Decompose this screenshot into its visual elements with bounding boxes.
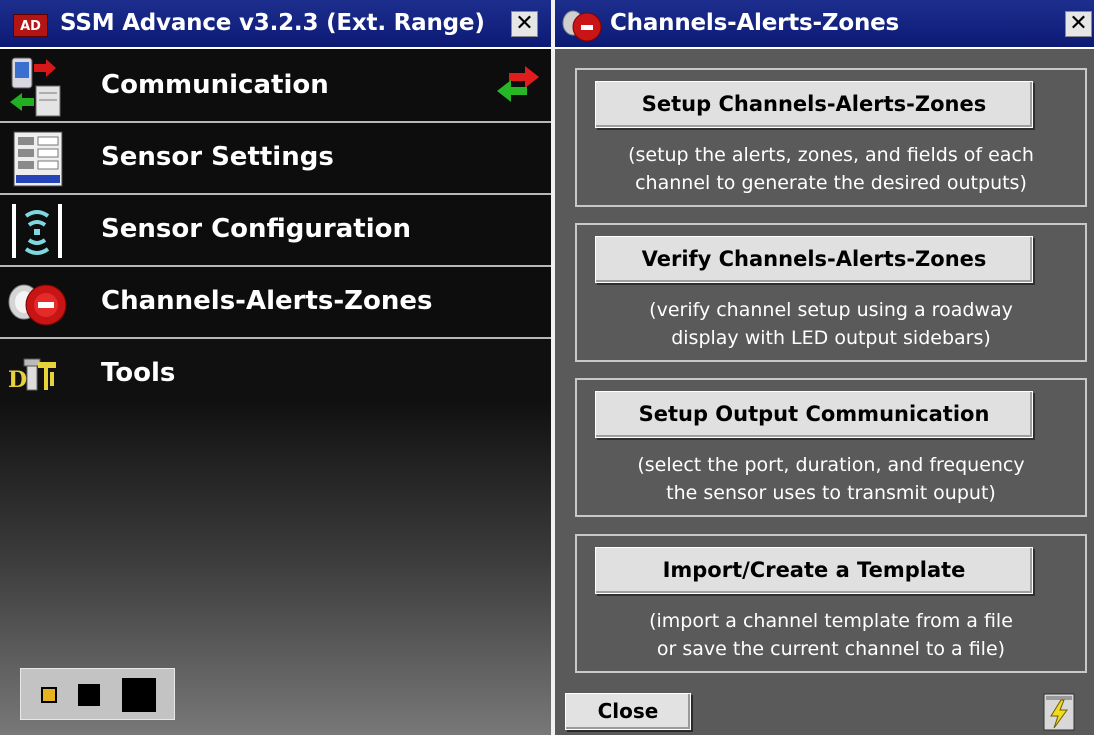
sync-arrows-icon [497, 66, 539, 102]
verify-channels-alerts-zones-button[interactable]: Verify Channels-Alerts-Zones [595, 236, 1033, 283]
menu-label-tools: Tools [101, 358, 176, 388]
output-communication-description: (select the port, duration, and frequenc… [577, 451, 1085, 507]
power-status-icon[interactable] [1042, 692, 1076, 732]
main-window-title: SSM Advance v3.2.3 (Ext. Range) [60, 10, 485, 36]
setup-output-communication-button[interactable]: Setup Output Communication [595, 391, 1033, 438]
view-size-toggle [20, 668, 175, 720]
menu-label-channels-alerts-zones: Channels-Alerts-Zones [101, 286, 433, 316]
sensor-settings-icon [13, 131, 63, 187]
channels-alerts-zones-dialog: Channels-Alerts-Zones ✕ Setup Channels-A… [551, 0, 1094, 735]
menu-item-sensor-settings[interactable]: Sensor Settings [0, 123, 551, 195]
description-line: (setup the alerts, zones, and fields of … [628, 144, 1034, 166]
description-line: (import a channel template from a file [649, 610, 1013, 632]
setup-channels-description: (setup the alerts, zones, and fields of … [577, 141, 1085, 197]
section-verify-channels: Verify Channels-Alerts-Zones (verify cha… [575, 223, 1087, 362]
view-size-small-option[interactable] [41, 687, 57, 703]
verify-channels-description: (verify channel setup using a roadway di… [577, 296, 1085, 352]
setup-channels-alerts-zones-button[interactable]: Setup Channels-Alerts-Zones [595, 81, 1033, 128]
dialog-title: Channels-Alerts-Zones [610, 10, 900, 36]
main-titlebar: AD SSM Advance v3.2.3 (Ext. Range) ✕ [0, 0, 551, 49]
menu-item-sensor-configuration[interactable]: Sensor Configuration [0, 195, 551, 267]
menu-label-communication: Communication [101, 70, 329, 100]
tools-icon: D [8, 358, 56, 393]
svg-text:D: D [8, 367, 27, 393]
communication-icon [10, 57, 61, 117]
menu-label-sensor-settings: Sensor Settings [101, 142, 334, 172]
view-size-large-option[interactable] [122, 678, 156, 712]
menu-label-sensor-configuration: Sensor Configuration [101, 214, 412, 244]
menu-item-tools[interactable]: D Tools [0, 339, 551, 411]
channels-alerts-zones-title-icon [562, 10, 602, 42]
menu-item-communication[interactable]: Communication [0, 51, 551, 123]
description-line: (verify channel setup using a roadway [649, 299, 1013, 321]
section-template: Import/Create a Template (import a chann… [575, 534, 1087, 673]
dialog-titlebar: Channels-Alerts-Zones ✕ [555, 0, 1094, 49]
description-line: (select the port, duration, and frequenc… [637, 454, 1025, 476]
section-setup-channels: Setup Channels-Alerts-Zones (setup the a… [575, 68, 1087, 207]
main-close-button[interactable]: ✕ [511, 11, 538, 37]
dialog-close-x-button[interactable]: ✕ [1065, 11, 1092, 37]
description-line: the sensor uses to transmit ouput) [666, 482, 996, 504]
channels-alerts-zones-icon [8, 284, 67, 326]
template-description: (import a channel template from a file o… [577, 607, 1085, 663]
description-line: display with LED output sidebars) [671, 327, 991, 349]
import-create-template-button[interactable]: Import/Create a Template [595, 547, 1033, 594]
main-window: AD SSM Advance v3.2.3 (Ext. Range) ✕ Com… [0, 0, 551, 735]
description-line: channel to generate the desired outputs) [635, 172, 1027, 194]
app-logo-icon: AD [13, 14, 48, 37]
section-output-communication: Setup Output Communication (select the p… [575, 378, 1087, 517]
view-size-medium-option[interactable] [78, 684, 100, 706]
close-button[interactable]: Close [565, 693, 691, 730]
menu-item-channels-alerts-zones[interactable]: Channels-Alerts-Zones [0, 267, 551, 339]
description-line: or save the current channel to a file) [656, 638, 1006, 660]
sensor-configuration-icon [12, 204, 62, 258]
